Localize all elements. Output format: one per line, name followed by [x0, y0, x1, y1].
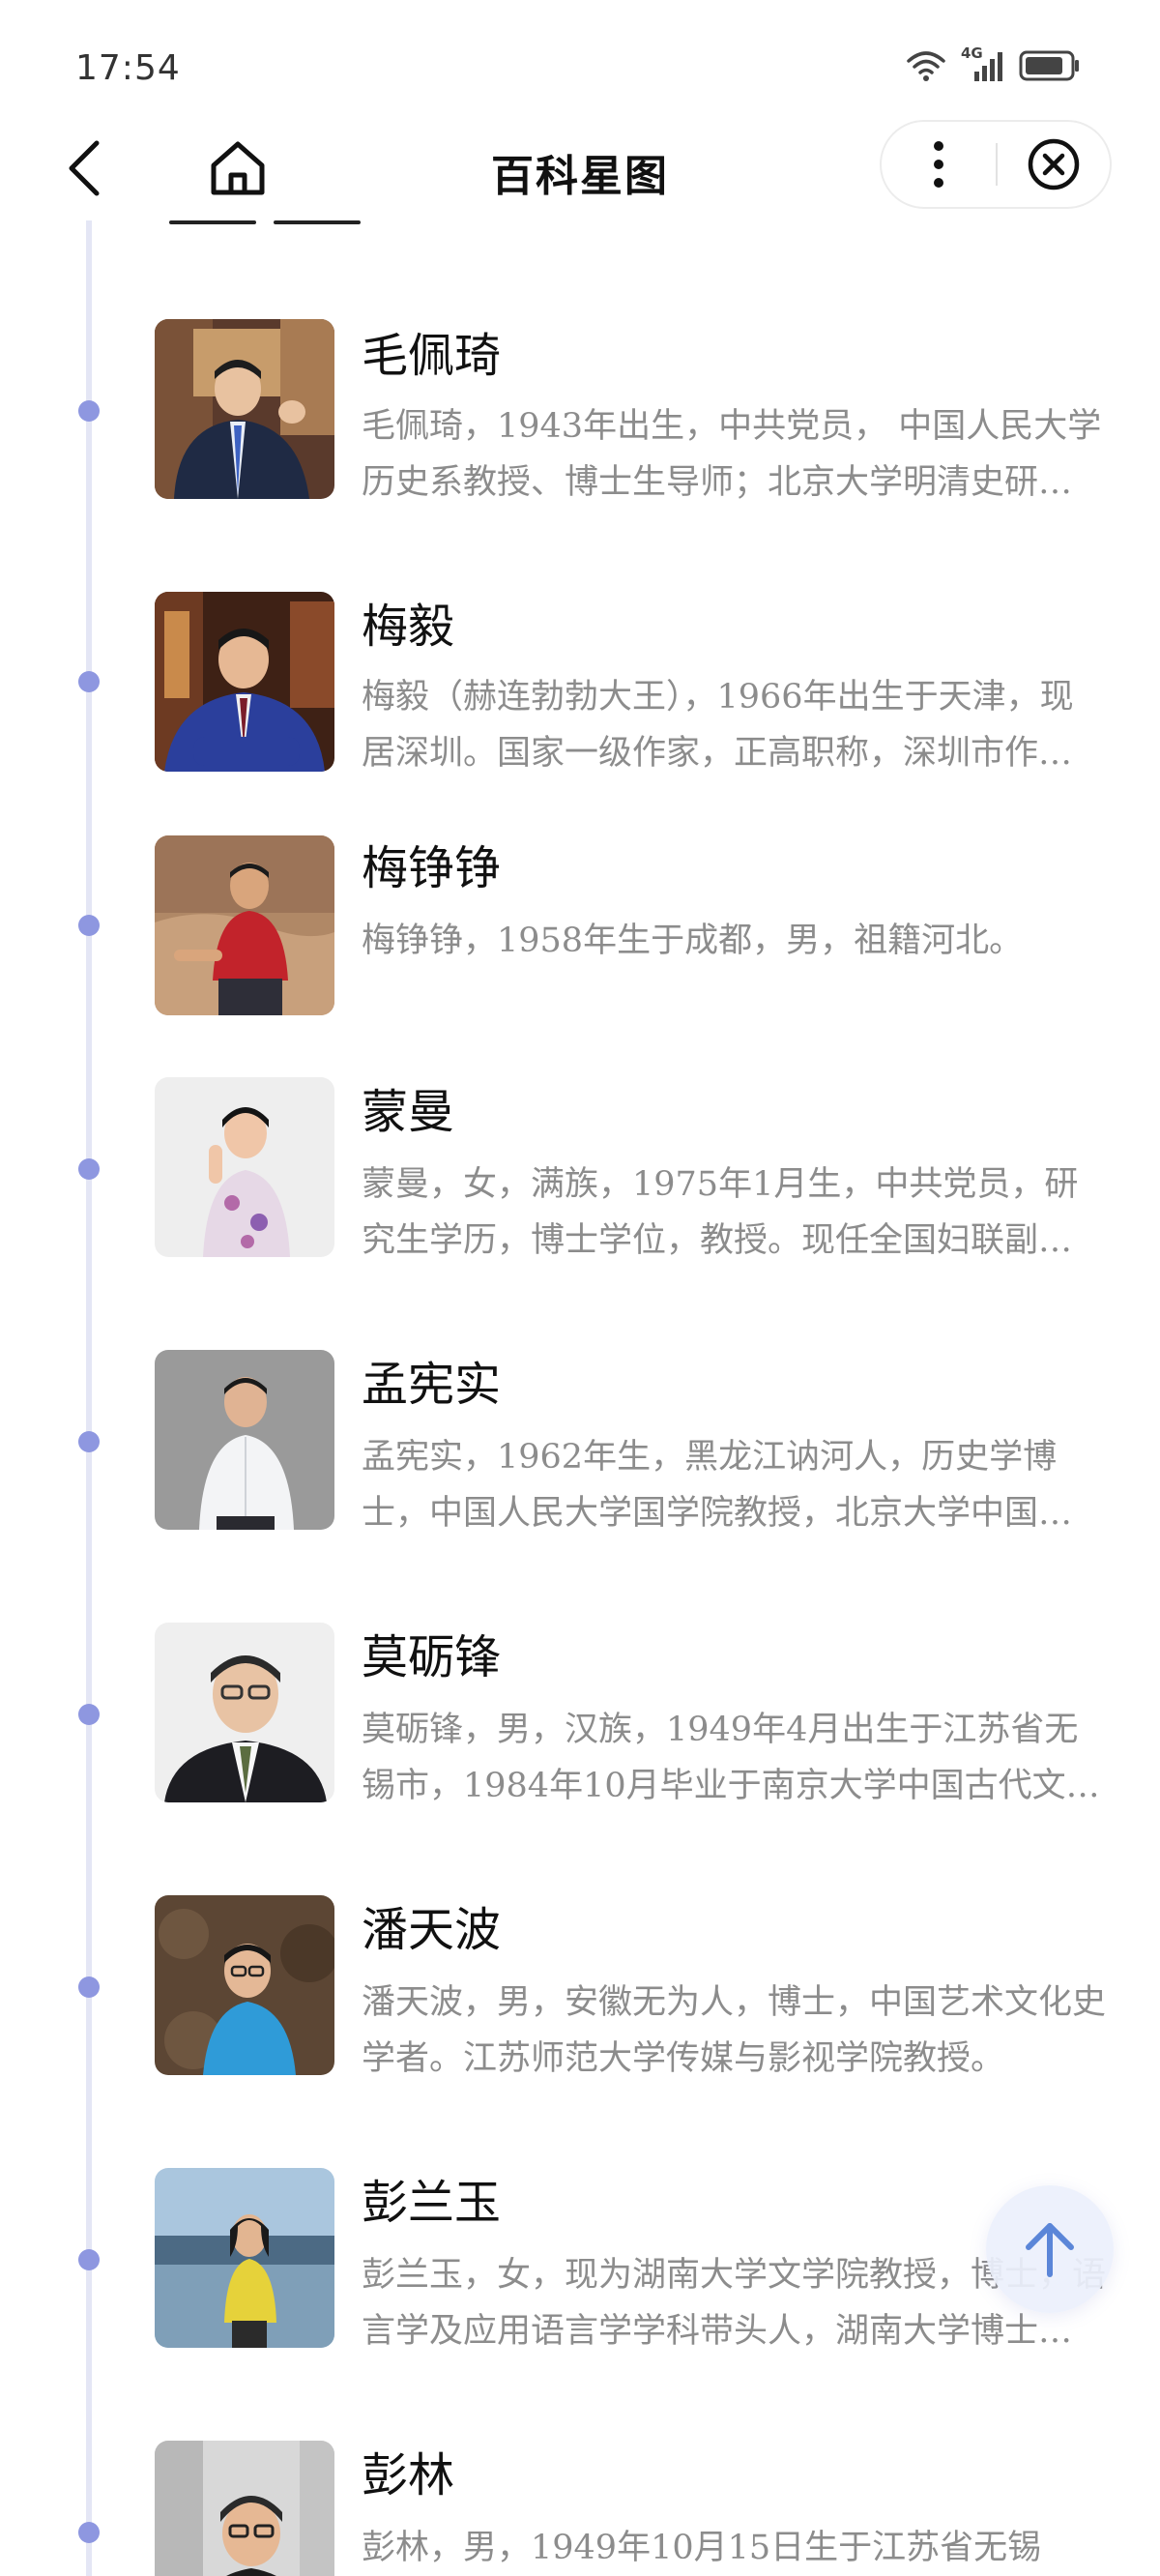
timeline-dot	[78, 671, 100, 692]
close-circle-icon	[1028, 138, 1080, 190]
timeline-dot	[78, 2522, 100, 2543]
timeline-dot	[78, 1431, 100, 1452]
person-description: 潘天波，男，安徽无为人，博士，中国艺术文化史学者。江苏师范大学传媒与影视学院教授…	[362, 1983, 1106, 2078]
person-description: 孟宪实，1962年生，黑龙江讷河人，历史学博士，中国人民大学国学院教授，北京大学…	[362, 1438, 1106, 1533]
arrow-up-icon	[1026, 2223, 1074, 2277]
timeline-dot	[78, 1704, 100, 1725]
person-name: 梅毅	[362, 600, 455, 654]
person-name: 梅铮铮	[362, 841, 502, 895]
status-bar: 17:54 4G	[0, 0, 1160, 116]
person-name: 毛佩琦	[362, 329, 502, 383]
person-description: 彭林，男，1949年10月15日生于江苏省无锡市。	[362, 2529, 1042, 2567]
more-vertical-icon	[934, 141, 943, 188]
avatar	[155, 1895, 334, 2075]
avatar	[155, 835, 334, 1015]
avatar	[155, 1077, 334, 1257]
timeline-dot	[78, 2249, 100, 2270]
close-button[interactable]	[998, 122, 1110, 207]
more-button[interactable]	[882, 122, 996, 207]
person-name: 莫砺锋	[362, 1630, 502, 1684]
timeline-dot	[78, 1976, 100, 1998]
nav-bar: 百科星图	[0, 116, 1160, 220]
timeline-dot	[78, 1158, 100, 1180]
person-description: 毛佩琦，1943年出生，中共党员， 中国人民大学历史系教授、博士生导师；北京大学…	[362, 407, 1106, 502]
screen: 17:54 4G 百科星图 毛佩琦 毛佩琦，1943年出生，中共党员， 中国人民…	[0, 0, 1160, 2576]
person-description: 莫砺锋，男，汉族，1949年4月出生于江苏省无锡市，1984年10月毕业于南京大…	[362, 1711, 1100, 1805]
clipped-previous-text	[169, 220, 361, 224]
person-description: 梅铮铮，1958年生于成都，男，祖籍河北。	[362, 922, 1024, 960]
avatar	[155, 592, 334, 772]
timeline-line	[86, 220, 92, 2576]
avatar	[155, 319, 334, 499]
person-name: 孟宪实	[362, 1358, 502, 1412]
battery-icon	[1019, 49, 1081, 82]
timeline-list[interactable]: 毛佩琦 毛佩琦，1943年出生，中共党员， 中国人民大学历史系教授、博士生导师；…	[0, 220, 1160, 2576]
person-name: 潘天波	[362, 1903, 502, 1957]
person-name: 彭兰玉	[362, 2176, 502, 2230]
person-description: 梅毅（赫连勃勃大王），1966年出生于天津，现居深圳。国家一级作家，正高职称，深…	[362, 678, 1106, 773]
avatar	[155, 1623, 334, 1802]
person-name: 彭林	[362, 2448, 455, 2503]
back-to-top-button[interactable]	[986, 2185, 1114, 2313]
cellular-signal-icon: 4G	[961, 44, 1005, 83]
status-time: 17:54	[75, 48, 181, 88]
avatar	[155, 2168, 334, 2348]
person-description: 蒙曼，女，满族，1975年1月生，中共党员，研究生学历，博士学位，教授。现任全国…	[362, 1165, 1079, 1260]
timeline-dot	[78, 915, 100, 936]
timeline-dot	[78, 400, 100, 422]
status-icons: 4G	[905, 44, 1081, 83]
person-name: 蒙曼	[362, 1085, 455, 1139]
avatar	[155, 2441, 334, 2576]
avatar	[155, 1350, 334, 1530]
wifi-icon	[905, 49, 947, 82]
mini-program-capsule	[880, 120, 1112, 209]
